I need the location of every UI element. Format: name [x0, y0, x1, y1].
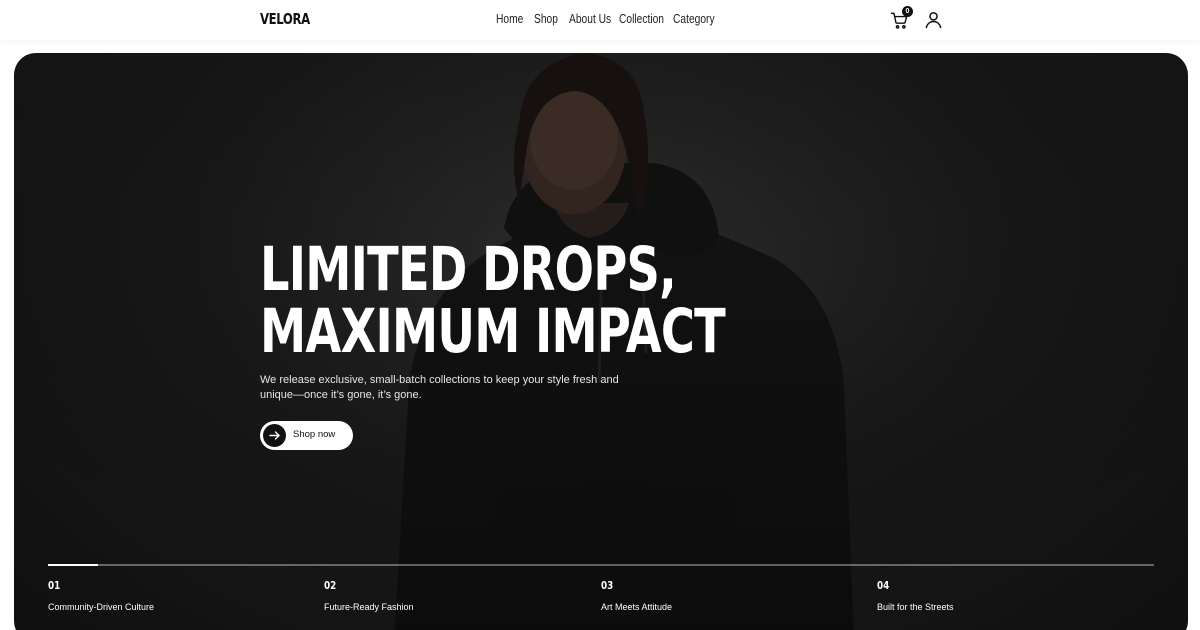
slide-progress-track — [48, 564, 1154, 566]
site-header: VELORA Home Shop About Us Collection Cat… — [0, 0, 1200, 40]
shop-now-button[interactable]: Shop now — [260, 421, 353, 450]
nav-about-us[interactable]: About Us — [569, 12, 611, 26]
feature-item-3[interactable]: 03 Art Meets Attitude — [601, 579, 672, 612]
feature-label: Future-Ready Fashion — [324, 602, 414, 612]
cart-count-badge: 0 — [902, 6, 913, 17]
feature-item-2[interactable]: 02 Future-Ready Fashion — [324, 579, 414, 612]
hero-headline-line1: LIMITED DROPS, — [260, 234, 677, 305]
feature-label: Built for the Streets — [877, 602, 954, 612]
feature-number: 03 — [601, 579, 614, 592]
feature-label: Art Meets Attitude — [601, 602, 673, 612]
nav-category[interactable]: Category — [673, 12, 715, 26]
nav-shop[interactable]: Shop — [534, 12, 558, 26]
hero-description: We release exclusive, small-batch collec… — [260, 374, 619, 401]
nav-collection[interactable]: Collection — [619, 12, 664, 26]
hero-headline: LIMITED DROPS, MAXIMUM IMPACT — [260, 234, 726, 367]
user-icon — [925, 12, 942, 29]
brand-logo[interactable]: VELORA — [260, 10, 310, 28]
feature-item-4[interactable]: 04 Built for the Streets — [877, 579, 954, 612]
arrow-right-icon — [269, 431, 280, 440]
feature-number: 01 — [48, 579, 61, 592]
feature-number: 04 — [877, 579, 890, 592]
arrow-circle — [263, 424, 286, 447]
feature-label: Community-Driven Culture — [48, 602, 155, 612]
slide-progress-fill — [48, 564, 98, 566]
nav-home[interactable]: Home — [496, 12, 523, 26]
cart-button[interactable]: 0 — [890, 6, 913, 31]
feature-item-1[interactable]: 01 Community-Driven Culture — [48, 579, 154, 612]
account-button[interactable] — [924, 10, 943, 29]
feature-number: 02 — [324, 579, 337, 592]
hero-headline-line2: MAXIMUM IMPACT — [260, 296, 726, 367]
shop-now-label: Shop now — [293, 429, 336, 440]
hero-banner: LIMITED DROPS, MAXIMUM IMPACT We release… — [14, 53, 1188, 630]
